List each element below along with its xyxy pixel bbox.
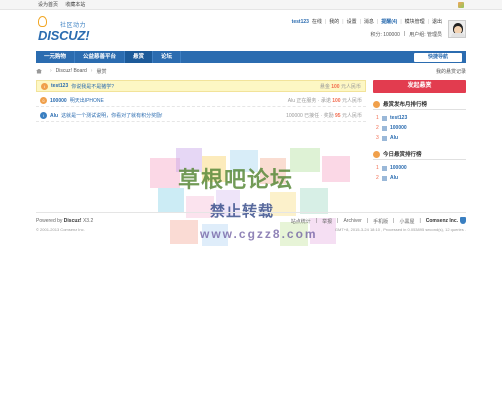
request-title[interactable]: 这就是一个测试说明，你看对了就有积分奖励! [61, 112, 162, 119]
nav-item-charity[interactable]: 公益慈善平台 [75, 51, 126, 63]
list-item[interactable]: 3 Alu [373, 133, 466, 143]
my-menu-link[interactable]: 我的 [329, 18, 339, 25]
daily-ranking-list: 1 100000 2 Alu [373, 163, 466, 183]
monthly-ranking-list: 1 test123 2 100000 3 Alu [373, 113, 466, 143]
logout-link[interactable]: 退出 [432, 18, 442, 25]
user-icon: ☺ [40, 97, 47, 104]
trophy-icon [373, 100, 380, 108]
list-item[interactable]: 2 Alu [373, 173, 466, 183]
footer-link-stats[interactable]: 站点统计 [291, 218, 311, 225]
list-item[interactable]: 1 test123 [373, 113, 466, 123]
list-item[interactable]: i Alu 这就是一个测试说明，你看对了就有积分奖励! 100000 已接任 ·… [36, 110, 366, 122]
breadcrumb-reward[interactable]: 悬赏 [96, 68, 106, 75]
site-header: 社区动力 DISCUZ! test123 在线 | 我的 | 设置 | 消息 |… [36, 14, 466, 48]
list-item[interactable]: 2 100000 [373, 123, 466, 133]
footer-link-mobile[interactable]: 手机版 [373, 218, 388, 225]
watermark-title: 草根吧论坛 [178, 167, 294, 192]
discuz-link[interactable]: Discuz! [64, 218, 82, 224]
site-logo[interactable]: 社区动力 DISCUZ! [36, 16, 106, 44]
processing-info: GMT+8, 2015-3-24 18:10 , Processed in 0.… [334, 227, 466, 232]
nav-item-forum[interactable]: 论坛 [153, 51, 182, 63]
avatar-icon [382, 125, 387, 131]
avatar[interactable] [448, 20, 466, 38]
request-user[interactable]: test123 [51, 83, 68, 89]
request-price: 95 [335, 113, 341, 119]
request-user[interactable]: Alu [50, 113, 58, 119]
main-nav: 一元购物 公益慈善平台 悬赏 论坛 快捷导航 [36, 51, 466, 63]
notifications-link[interactable]: 提醒(4) [381, 18, 397, 25]
footer-link-archiver[interactable]: Archiver [343, 218, 361, 225]
powered-by: Powered by Discuz! X3.2 [36, 218, 94, 224]
request-meta: Alu 正在服务 · 承诺 100 元人民币 [287, 98, 362, 104]
settings-link[interactable]: 设置 [347, 18, 357, 25]
module-manage-link[interactable]: 模块管理 [405, 18, 425, 25]
copyright: © 2001-2013 Comsenz Inc. [36, 227, 85, 232]
breadcrumb-board[interactable]: Discuz! Board [56, 68, 87, 74]
home-icon[interactable] [36, 68, 42, 74]
request-price: 100 [331, 83, 340, 90]
post-reward-button[interactable]: 发起悬赏 [373, 80, 466, 93]
monthly-ranking-title: 悬赏发布月排行榜 [373, 99, 466, 110]
request-user[interactable]: 100000 [50, 98, 67, 104]
footer-link-report[interactable]: 举报 [322, 218, 332, 225]
logo-wordmark: DISCUZ! [38, 28, 90, 43]
sidebar: 发起悬赏 悬赏发布月排行榜 1 test123 2 100000 3 Alu 今… [373, 80, 466, 183]
shield-icon[interactable] [460, 217, 466, 224]
username-link[interactable]: test123 [292, 19, 309, 25]
nav-item-shop[interactable]: 一元购物 [36, 51, 76, 63]
user-info: test123 在线 | 我的 | 设置 | 消息 | 提醒(4) | 模块管理… [291, 18, 442, 39]
request-meta: 100000 已接任 · 奖励 95 元人民币 [286, 113, 362, 119]
breadcrumb: › Discuz! Board › 悬赏 我的悬赏记录 [36, 66, 466, 76]
nav-item-reward[interactable]: 悬赏 [125, 51, 154, 63]
reward-list: i test123 你说我是不是猪学? 悬金 100 元人民币 ☺ 100000… [36, 80, 366, 125]
avatar-icon [382, 135, 387, 141]
top-bar: 设为首页 收藏本站 [0, 0, 502, 10]
top-links: 设为首页 收藏本站 [38, 1, 91, 8]
list-item[interactable]: ☺ 100000 明天出IPHONE Alu 正在服务 · 承诺 100 元人民… [36, 95, 366, 107]
info-icon: i [41, 82, 48, 90]
messages-link[interactable]: 消息 [364, 18, 374, 25]
watermark: 草根吧论坛 禁止转载 www.cgzz8.com [150, 148, 360, 253]
daily-ranking-title: 今日悬赏排行榜 [373, 149, 466, 160]
list-item[interactable]: i test123 你说我是不是猪学? 悬金 100 元人民币 [36, 80, 366, 92]
avatar-icon [382, 165, 387, 171]
bulb-icon [38, 16, 47, 27]
footer-company[interactable]: Comsenz Inc. [426, 218, 458, 225]
request-price: 100 [332, 98, 341, 104]
bookmark-link[interactable]: 收藏本站 [65, 2, 85, 8]
usergroup-link[interactable]: 用户组: 管理员 [409, 31, 442, 38]
set-homepage-link[interactable]: 设为首页 [38, 2, 58, 8]
theme-switch-icon[interactable] [458, 1, 464, 8]
my-reward-records-link[interactable]: 我的悬赏记录 [436, 68, 466, 75]
trophy-icon [373, 150, 380, 158]
avatar-icon [382, 115, 387, 121]
footer-links: 站点统计 | 举报 | Archiver | 手机版 | 小黑屋 | Comse… [290, 218, 458, 225]
footer-link-blackroom[interactable]: 小黑屋 [399, 218, 414, 225]
request-title[interactable]: 明天出IPHONE [70, 97, 104, 104]
credits-link[interactable]: 积分: 100000 [370, 31, 399, 38]
request-meta: 悬金 100 元人民币 [319, 83, 361, 90]
site-footer: Powered by Discuz! X3.2 © 2001-2013 Coms… [36, 212, 466, 234]
list-item[interactable]: 1 100000 [373, 163, 466, 173]
quick-nav-button[interactable]: 快捷导航 [413, 52, 462, 62]
info-icon: i [40, 112, 47, 119]
request-title[interactable]: 你说我是不是猪学? [71, 83, 114, 90]
online-status: 在线 [311, 19, 322, 25]
avatar-icon [382, 175, 387, 181]
